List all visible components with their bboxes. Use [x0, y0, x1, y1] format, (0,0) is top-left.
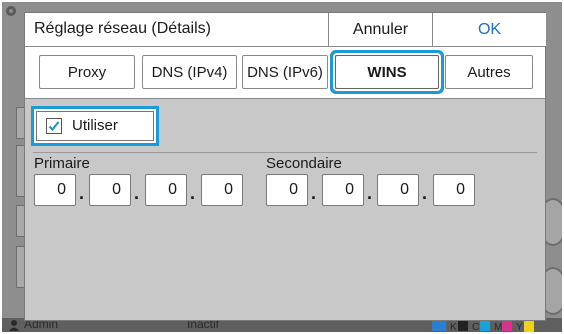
ip-separator: . — [422, 183, 428, 203]
wins-settings-panel: Utiliser Primaire 0 . 0 . 0 . 0 Secondai… — [25, 99, 545, 320]
primary-octet-2[interactable]: 0 — [89, 174, 131, 206]
tab-dns-ipv4[interactable]: DNS (IPv4) — [142, 55, 237, 89]
ink-level-m — [502, 321, 512, 331]
network-settings-dialog: Réglage réseau (Détails) Annuler OK Prox… — [24, 12, 546, 321]
primary-label: Primaire — [34, 155, 90, 172]
secondary-octet-2[interactable]: 0 — [322, 174, 364, 206]
dialog-title: Réglage réseau (Détails) — [34, 20, 211, 37]
tab-dns-ipv6[interactable]: DNS (IPv6) — [242, 55, 328, 89]
checkmark-icon — [48, 121, 60, 131]
divider — [33, 152, 537, 153]
ink-label-k: K — [450, 322, 457, 332]
primary-octet-4[interactable]: 0 — [201, 174, 243, 206]
user-icon — [9, 320, 19, 331]
ip-separator: . — [190, 183, 196, 203]
ink-level-k — [458, 321, 468, 331]
use-label: Utiliser — [72, 117, 118, 134]
tab-wins[interactable]: WINS — [335, 55, 439, 89]
secondary-octet-1[interactable]: 0 — [266, 174, 308, 206]
checkbox-box[interactable] — [46, 118, 62, 134]
primary-octet-3[interactable]: 0 — [145, 174, 187, 206]
ink-label-y: Y — [516, 322, 523, 332]
ink-level-c — [480, 321, 490, 331]
ok-button[interactable]: OK — [432, 13, 546, 46]
secondary-label: Secondaire — [266, 155, 342, 172]
ip-separator: . — [134, 183, 140, 203]
ip-separator: . — [79, 183, 85, 203]
dialog-header: Réglage réseau (Détails) Annuler OK — [25, 13, 546, 47]
primary-octet-1[interactable]: 0 — [34, 174, 76, 206]
tab-bar: Proxy DNS (IPv4) DNS (IPv6) WINS Autres — [25, 47, 545, 99]
ip-separator: . — [311, 183, 317, 203]
tab-proxy[interactable]: Proxy — [39, 55, 135, 89]
secondary-octet-4[interactable]: 0 — [433, 174, 475, 206]
ip-separator: . — [367, 183, 373, 203]
ink-label-c: C — [472, 322, 480, 332]
tab-autres[interactable]: Autres — [445, 55, 533, 89]
secondary-octet-3[interactable]: 0 — [377, 174, 419, 206]
cancel-button[interactable]: Annuler — [328, 13, 432, 46]
gear-icon — [6, 6, 16, 16]
use-wins-checkbox[interactable]: Utiliser — [36, 111, 154, 141]
